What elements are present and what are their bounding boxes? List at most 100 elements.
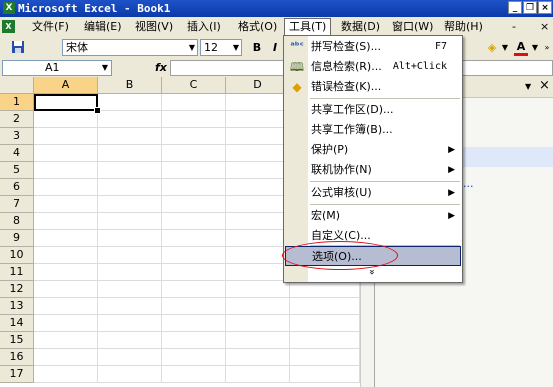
grid-cell[interactable] (162, 281, 226, 298)
menu-item-online-collaboration[interactable]: 联机协作(N) ▶ (285, 160, 461, 180)
grid-cell[interactable] (98, 349, 162, 366)
grid-cell[interactable] (34, 315, 98, 332)
menu-insert[interactable]: 插入(I) (183, 19, 225, 35)
column-header[interactable]: D (226, 77, 290, 94)
row-header[interactable]: 8 (0, 213, 34, 230)
row-header[interactable]: 15 (0, 332, 34, 349)
grid-cell[interactable] (290, 281, 360, 298)
grid-cell[interactable] (34, 264, 98, 281)
grid-cell[interactable] (98, 111, 162, 128)
close-icon[interactable]: × (539, 78, 550, 94)
row-header[interactable]: 13 (0, 298, 34, 315)
grid-cell[interactable] (226, 264, 290, 281)
grid-cell[interactable] (226, 230, 290, 247)
row-header[interactable]: 2 (0, 111, 34, 128)
grid-cell[interactable] (226, 196, 290, 213)
menu-item-protection[interactable]: 保护(P) ▶ (285, 140, 461, 160)
menu-item-share-workbook[interactable]: 共享工作簿(B)... (285, 120, 461, 140)
fill-handle[interactable] (94, 107, 101, 114)
menu-data[interactable]: 数据(D) (337, 19, 384, 35)
doc-close-button[interactable]: × (540, 19, 549, 35)
grid-cell[interactable] (162, 196, 226, 213)
grid-cell[interactable] (226, 145, 290, 162)
grid-cell[interactable] (226, 366, 290, 383)
grid-cell[interactable] (162, 179, 226, 196)
grid-cell[interactable] (226, 128, 290, 145)
grid-cell[interactable] (34, 298, 98, 315)
grid-cell[interactable] (162, 128, 226, 145)
menu-view[interactable]: 视图(V) (131, 19, 177, 35)
task-pane-link[interactable]: ... (463, 177, 474, 190)
excel-icon[interactable]: X (3, 2, 15, 14)
grid-cell[interactable] (98, 366, 162, 383)
excel-doc-icon[interactable]: X (2, 20, 15, 33)
grid-cell[interactable] (34, 349, 98, 366)
row-header[interactable]: 4 (0, 145, 34, 162)
grid-cell[interactable] (226, 332, 290, 349)
row-header[interactable]: 14 (0, 315, 34, 332)
grid-cell[interactable] (226, 247, 290, 264)
grid-cell[interactable] (226, 349, 290, 366)
menu-item-research[interactable]: 🕮 信息检索(R)... Alt+Click (285, 57, 461, 77)
grid-cell[interactable] (162, 366, 226, 383)
grid-cell[interactable] (34, 145, 98, 162)
fill-color-dropdown[interactable]: ▼ (500, 40, 510, 56)
grid-cell[interactable] (290, 332, 360, 349)
grid-cell[interactable] (34, 281, 98, 298)
active-cell-a1[interactable] (34, 94, 98, 111)
grid-cell[interactable] (162, 94, 226, 111)
grid-cell[interactable] (34, 230, 98, 247)
menu-item-spelling[interactable]: ᵃᵇᶜ 拼写检查(S)... F7 (285, 37, 461, 57)
grid-cell[interactable] (162, 230, 226, 247)
grid-cell[interactable] (226, 94, 290, 111)
row-header[interactable]: 1 (0, 94, 34, 111)
grid-cell[interactable] (98, 213, 162, 230)
grid-cell[interactable] (162, 298, 226, 315)
grid-cell[interactable] (162, 213, 226, 230)
italic-button[interactable]: I (268, 40, 282, 56)
grid-cell[interactable] (98, 264, 162, 281)
grid-cell[interactable] (162, 264, 226, 281)
grid-cell[interactable] (98, 332, 162, 349)
font-name-combo[interactable]: 宋体 ▼ (62, 39, 198, 56)
grid-cell[interactable] (98, 145, 162, 162)
row-header[interactable]: 17 (0, 366, 34, 383)
restore-button[interactable]: ❐ (523, 1, 537, 14)
grid-cell[interactable] (34, 247, 98, 264)
fill-color-icon[interactable]: ◈ (484, 40, 500, 56)
grid-cell[interactable] (162, 315, 226, 332)
grid-cell[interactable] (162, 145, 226, 162)
grid-cell[interactable] (98, 94, 162, 111)
grid-cell[interactable] (226, 111, 290, 128)
menu-item-shared-workspace[interactable]: 共享工作区(D)... (285, 100, 461, 120)
doc-minimize-button[interactable]: - (512, 19, 516, 35)
grid-cell[interactable] (98, 128, 162, 145)
grid-cell[interactable] (226, 179, 290, 196)
grid-cell[interactable] (98, 196, 162, 213)
grid-cell[interactable] (162, 349, 226, 366)
menu-item-formula-auditing[interactable]: 公式审核(U) ▶ (285, 183, 461, 203)
grid-cell[interactable] (98, 281, 162, 298)
row-header[interactable]: 10 (0, 247, 34, 264)
grid-cell[interactable] (34, 128, 98, 145)
font-size-combo[interactable]: 12 ▼ (200, 39, 242, 56)
grid-cell[interactable] (226, 162, 290, 179)
toolbar-options-icon[interactable]: » (543, 40, 551, 56)
menu-help[interactable]: 帮助(H) (440, 19, 487, 35)
menu-item-macro[interactable]: 宏(M) ▶ (285, 206, 461, 226)
grid-cell[interactable] (34, 111, 98, 128)
row-header[interactable]: 11 (0, 264, 34, 281)
expand-menu-arrows-icon[interactable]: » (365, 269, 377, 275)
grid-cell[interactable] (98, 298, 162, 315)
grid-cell[interactable] (290, 349, 360, 366)
row-header[interactable]: 7 (0, 196, 34, 213)
row-header[interactable]: 6 (0, 179, 34, 196)
grid-cell[interactable] (34, 366, 98, 383)
grid-cell[interactable] (34, 162, 98, 179)
grid-cell[interactable] (98, 247, 162, 264)
grid-cell[interactable] (98, 162, 162, 179)
column-header[interactable]: B (98, 77, 162, 94)
grid-cell[interactable] (34, 332, 98, 349)
row-header[interactable]: 3 (0, 128, 34, 145)
row-header[interactable]: 16 (0, 349, 34, 366)
